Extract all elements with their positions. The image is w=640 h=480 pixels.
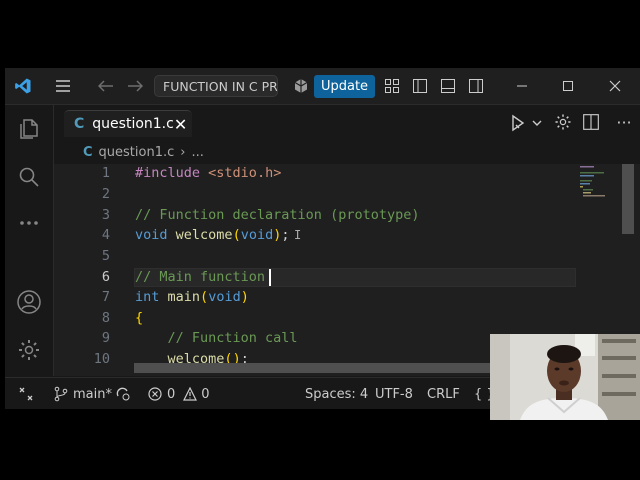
webcam-overlay <box>490 334 640 420</box>
remote-icon[interactable] <box>19 378 33 409</box>
breadcrumb: C question1.c › ... <box>83 142 204 162</box>
minimize-icon[interactable] <box>510 68 534 104</box>
forward-arrow-icon[interactable] <box>125 68 145 104</box>
code-line[interactable]: // Function declaration (prototype) <box>135 207 419 223</box>
encoding-status[interactable]: UTF-8 <box>375 378 413 409</box>
branch-name: main* <box>73 386 112 402</box>
more-views-icon[interactable] <box>5 203 53 243</box>
line-number: 5 <box>101 248 110 264</box>
code-line[interactable]: #include <stdio.h> <box>135 165 281 181</box>
menu-icon[interactable] <box>53 68 73 104</box>
code-line[interactable]: { <box>135 310 143 326</box>
code-line[interactable]: // Main function <box>135 269 265 285</box>
vscode-logo-icon <box>11 68 35 104</box>
c-file-icon: C <box>74 116 85 132</box>
close-tab-icon[interactable]: ✕ <box>174 115 187 134</box>
accounts-icon[interactable] <box>5 282 53 322</box>
update-button[interactable]: Update <box>314 75 375 98</box>
mouse-ibeam-icon: I <box>294 228 302 242</box>
run-button[interactable] <box>509 113 545 133</box>
line-number: 8 <box>101 310 110 326</box>
line-number-current: 6 <box>101 269 110 285</box>
branch-status[interactable]: main* <box>53 378 112 409</box>
sync-icon[interactable] <box>115 378 131 409</box>
command-center-search[interactable]: FUNCTION IN C PRO <box>154 75 278 97</box>
activity-bar: 1 <box>5 105 54 400</box>
line-number: 9 <box>101 330 110 346</box>
code-line[interactable]: // Function call <box>135 330 298 346</box>
close-window-icon[interactable] <box>603 68 627 104</box>
line-ending-status[interactable]: CRLF <box>427 378 460 409</box>
settings-gear-icon[interactable] <box>554 113 574 133</box>
line-number: 3 <box>101 207 110 223</box>
line-number: 1 <box>101 165 110 181</box>
line-number: 4 <box>101 227 110 243</box>
line-number: 10 <box>93 351 110 367</box>
split-editor-icon[interactable] <box>582 113 602 133</box>
code-line[interactable]: void welcome(void); <box>135 227 290 243</box>
problems-status[interactable]: 0 0 <box>148 378 210 409</box>
toggle-panel-icon[interactable] <box>438 68 458 104</box>
search-icon[interactable] <box>5 157 53 197</box>
line-number: 2 <box>101 186 110 202</box>
text-cursor <box>269 269 271 286</box>
tab-label: question1.c <box>92 116 174 132</box>
source-control-branch-icon <box>54 386 68 402</box>
error-icon <box>148 387 162 401</box>
more-actions-icon[interactable]: ··· <box>614 113 634 133</box>
error-count: 0 <box>167 386 176 402</box>
toggle-secondary-sidebar-icon[interactable] <box>466 68 486 104</box>
indentation-status[interactable]: Spaces: 4 <box>305 378 368 409</box>
customize-layout-icon[interactable] <box>382 68 402 104</box>
minimap[interactable] <box>580 164 620 204</box>
toggle-primary-sidebar-icon[interactable] <box>410 68 430 104</box>
copilot-icon[interactable] <box>290 68 312 104</box>
horizontal-scrollbar-thumb[interactable] <box>134 363 494 373</box>
breadcrumb-file[interactable]: question1.c <box>99 145 175 160</box>
maximize-icon[interactable] <box>556 68 580 104</box>
vertical-scrollbar-thumb[interactable] <box>622 164 634 234</box>
c-file-icon: C <box>83 144 93 160</box>
tab-question1-c[interactable]: C question1.c ✕ <box>64 110 192 137</box>
warning-icon <box>183 387 198 401</box>
warning-count: 0 <box>201 386 210 402</box>
line-number: 7 <box>101 289 110 305</box>
title-bar: FUNCTION IN C PRO Update <box>5 68 640 105</box>
manage-gear-icon[interactable] <box>5 330 53 370</box>
code-line[interactable]: int main(void) <box>135 289 249 305</box>
explorer-icon[interactable] <box>5 109 53 149</box>
chevron-right-icon: › <box>180 144 186 160</box>
back-arrow-icon[interactable] <box>96 68 116 104</box>
breadcrumb-more[interactable]: ... <box>191 145 203 160</box>
tab-bar: C question1.c ✕ ··· <box>54 105 640 140</box>
